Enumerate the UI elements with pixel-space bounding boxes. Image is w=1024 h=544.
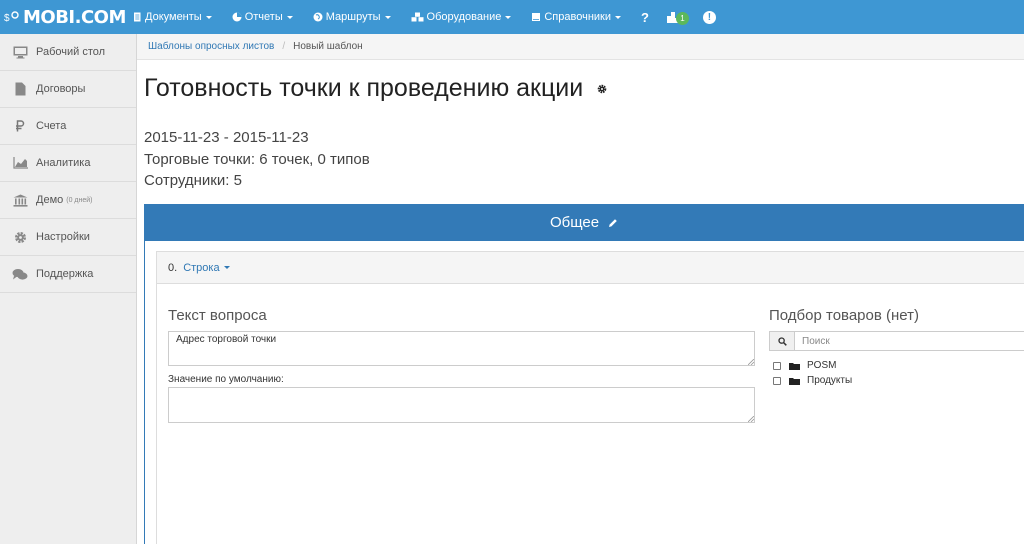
page-title-text: Готовность точки к проведению акции	[144, 74, 584, 102]
notifications-button[interactable]: 1	[666, 9, 689, 25]
breadcrumb-separator: /	[282, 41, 286, 52]
section-title: Общее	[549, 214, 600, 231]
tree-item-label: POSM	[807, 360, 837, 371]
area-chart-icon	[12, 157, 28, 169]
section-header: Общее	[144, 204, 1024, 241]
question-text-input[interactable]: Адрес торговой точки	[168, 331, 755, 366]
resize-grip-icon[interactable]	[748, 359, 754, 365]
goods-tree: POSM Продукты	[773, 358, 852, 388]
search-icon	[777, 336, 787, 346]
search-button[interactable]	[769, 331, 795, 351]
chevron-down-icon	[205, 15, 212, 19]
row-type-label: Строка	[183, 261, 220, 274]
tree-checkbox[interactable]	[773, 376, 781, 385]
sidebar-item-desktop[interactable]: Рабочий стол	[0, 34, 136, 71]
gear-icon[interactable]	[597, 84, 607, 94]
breadcrumb-templates-link[interactable]: Шаблоны опросных листов	[148, 41, 274, 52]
demo-days-left: (0 дней)	[66, 196, 93, 204]
nav-references-label: Справочники	[544, 11, 611, 23]
sidebar-item-label: Демо	[36, 194, 64, 206]
search-input[interactable]	[795, 331, 1024, 351]
tree-item-products: Продукты	[773, 373, 852, 388]
chevron-down-icon	[505, 15, 512, 19]
question-text-label: Текст вопроса	[168, 307, 267, 324]
gear-icon	[14, 231, 26, 243]
tree-item-label: Продукты	[807, 375, 853, 386]
goods-search	[769, 331, 1024, 351]
tree-checkbox[interactable]	[773, 361, 781, 370]
chevron-down-icon	[615, 15, 621, 19]
nav-documents[interactable]: Документы	[132, 11, 212, 23]
svg-text:$: $	[4, 13, 10, 24]
chevron-down-icon	[223, 266, 230, 269]
sidebar-item-label: Поддержка	[36, 268, 94, 280]
bank-icon	[13, 194, 27, 207]
cubes-icon	[411, 12, 424, 22]
comments-icon	[12, 268, 28, 280]
desktop-icon	[13, 46, 27, 58]
goods-selection-label: Подбор товаров (нет)	[769, 307, 919, 324]
template-meta: 2015-11-23 - 2015-11-23 Торговые точки: …	[144, 127, 370, 192]
folder-icon	[789, 362, 800, 370]
sidebar-item-label: Настройки	[36, 231, 90, 243]
nav-equipment[interactable]: Оборудование	[411, 11, 512, 23]
resize-grip-icon[interactable]	[748, 416, 754, 422]
row-index: 0.	[168, 261, 178, 274]
pencil-icon[interactable]	[608, 218, 618, 228]
pie-chart-icon	[232, 12, 242, 22]
sidebar: Рабочий стол Договоры Счета Аналитика Де…	[0, 34, 137, 544]
file-icon	[15, 82, 25, 96]
default-value-label: Значение по умолчанию:	[168, 374, 284, 385]
sidebar-item-label: Счета	[36, 120, 67, 132]
chevron-down-icon	[286, 15, 293, 19]
sidebar-item-settings[interactable]: Настройки	[0, 219, 136, 256]
nav-routes[interactable]: Маршруты	[313, 11, 391, 23]
logo-icon: $	[4, 11, 19, 24]
ruble-icon	[16, 120, 25, 132]
folder-icon	[789, 377, 800, 385]
sidebar-item-support[interactable]: Поддержка	[0, 256, 136, 293]
sidebar-item-contracts[interactable]: Договоры	[0, 71, 136, 108]
document-icon	[134, 12, 141, 22]
default-value-input[interactable]	[168, 387, 755, 423]
sidebar-item-label: Аналитика	[36, 157, 91, 169]
brand-logo[interactable]: $ MOBI.COM	[4, 6, 126, 28]
brand-name: MOBI.COM	[23, 6, 126, 28]
breadcrumb: Шаблоны опросных листов / Новый шаблон	[137, 34, 1024, 60]
top-navbar: $ MOBI.COM Документы Отчеты Маршруты Обо…	[0, 0, 1024, 34]
sidebar-item-demo[interactable]: Демо (0 дней)	[0, 182, 136, 219]
help-button[interactable]: ?	[641, 10, 649, 25]
section-body: 0. Строка Текст вопроса Адрес торговой т…	[144, 241, 1024, 544]
nav-routes-label: Маршруты	[325, 11, 381, 23]
book-icon	[532, 13, 541, 21]
row-type-dropdown[interactable]: Строка	[183, 261, 230, 274]
globe-icon	[313, 12, 323, 22]
nav-references[interactable]: Справочники	[531, 11, 621, 23]
breadcrumb-current: Новый шаблон	[293, 41, 363, 52]
sidebar-item-analytics[interactable]: Аналитика	[0, 145, 136, 182]
notifications-badge: 1	[675, 12, 689, 25]
question-card: 0. Строка Текст вопроса Адрес торговой т…	[156, 251, 1024, 544]
tree-item-posm: POSM	[773, 358, 852, 373]
page-title: Готовность точки к проведению акции	[144, 74, 607, 103]
sidebar-item-invoices[interactable]: Счета	[0, 108, 136, 145]
employees-summary: Сотрудники: 5	[144, 172, 242, 189]
question-card-header: 0. Строка	[157, 252, 1024, 284]
sidebar-item-label: Рабочий стол	[36, 46, 106, 58]
sidebar-item-label: Договоры	[36, 83, 86, 95]
nav-reports-label: Отчеты	[244, 11, 283, 23]
alert-icon[interactable]: !	[702, 10, 716, 24]
date-range: 2015-11-23 - 2015-11-23	[144, 129, 309, 146]
nav-reports[interactable]: Отчеты	[232, 11, 293, 23]
chevron-down-icon	[384, 15, 391, 19]
nav-equipment-label: Оборудование	[426, 11, 502, 23]
nav-documents-label: Документы	[145, 11, 202, 23]
points-summary: Торговые точки: 6 точек, 0 типов	[144, 150, 370, 168]
